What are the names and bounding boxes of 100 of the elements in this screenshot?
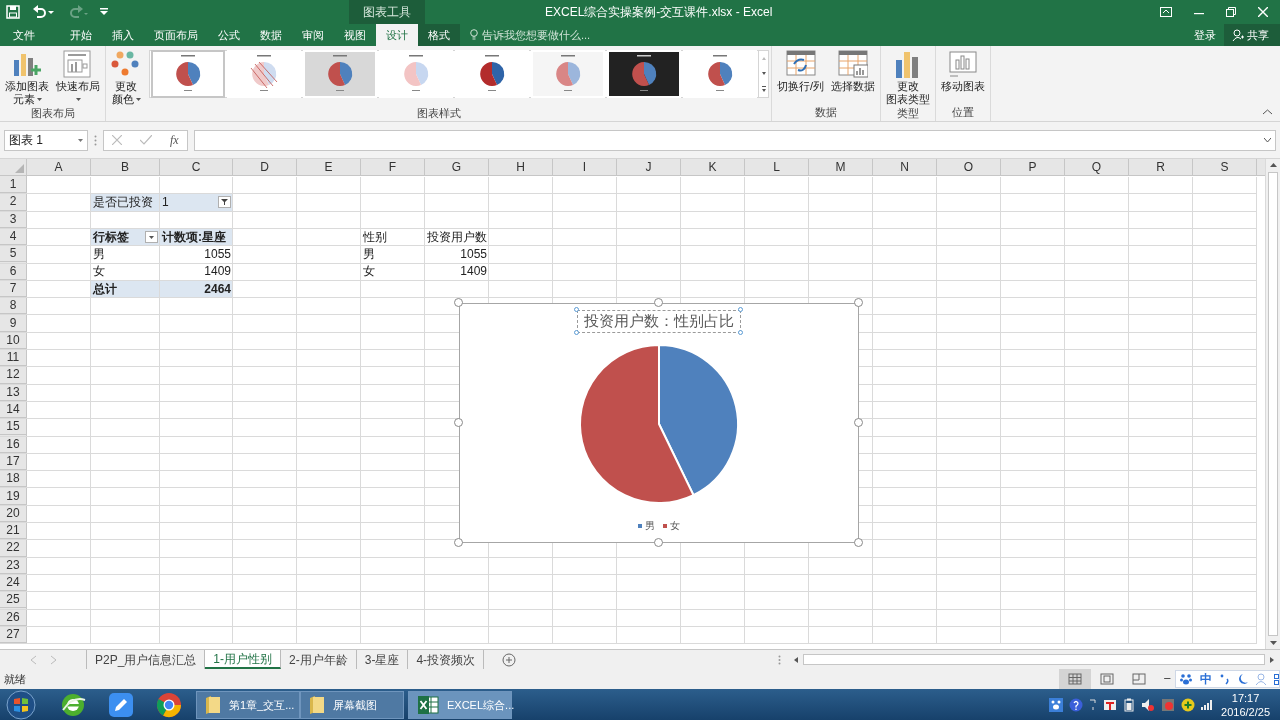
row-header[interactable]: 26 xyxy=(0,608,27,626)
restore-icon[interactable] xyxy=(1226,7,1236,17)
ribbon-tab[interactable]: 文件 xyxy=(8,24,40,46)
tell-me-field[interactable]: 告诉我您想要做什么... xyxy=(470,24,591,46)
column-header[interactable]: M xyxy=(809,159,873,175)
ribbon-tab[interactable]: 格式 xyxy=(418,24,460,46)
vertical-scrollbar[interactable] xyxy=(1265,159,1280,649)
column-header[interactable]: R xyxy=(1129,159,1193,175)
dropdown-icon[interactable] xyxy=(145,230,158,243)
resize-handle[interactable] xyxy=(454,538,463,547)
sheet-tab[interactable]: 1-用户性别 xyxy=(205,650,282,669)
ribbon-tab[interactable]: 审阅 xyxy=(292,24,334,46)
resize-handle[interactable] xyxy=(454,418,463,427)
resize-handle[interactable] xyxy=(854,298,863,307)
ribbon-tab[interactable]: 页面布局 xyxy=(144,24,208,46)
input-language[interactable]: 中 xyxy=(1200,670,1212,688)
expand-icon[interactable] xyxy=(1264,138,1271,142)
browser-icon[interactable] xyxy=(156,692,182,718)
column-header[interactable]: H xyxy=(489,159,553,175)
chart-style-thumbnail[interactable] xyxy=(607,50,681,98)
row-header[interactable]: 1 xyxy=(0,176,27,194)
splitter-icon[interactable] xyxy=(778,654,781,665)
taskbar-button[interactable]: 屏幕截图 xyxy=(300,691,404,719)
share-button[interactable]: 共享 xyxy=(1224,24,1280,46)
column-header[interactable]: J xyxy=(617,159,681,175)
chart-area[interactable]: 投资用户数：性别占比 男 女 xyxy=(459,303,859,543)
sign-in-link[interactable]: 登录 xyxy=(1186,24,1224,46)
battery-icon[interactable] xyxy=(1123,698,1136,712)
ribbon-button[interactable]: 移动图表 xyxy=(938,46,989,93)
save-icon[interactable] xyxy=(6,5,20,19)
insert-function-button[interactable]: fx xyxy=(170,131,179,149)
column-header[interactable]: D xyxy=(233,159,297,175)
signal-icon[interactable] xyxy=(1201,700,1214,710)
row-header[interactable]: 16 xyxy=(0,435,27,453)
column-header[interactable]: G xyxy=(425,159,489,175)
ribbon-display-icon[interactable] xyxy=(1160,7,1172,17)
close-icon[interactable] xyxy=(1258,7,1268,17)
help-icon[interactable] xyxy=(1069,698,1084,712)
column-header[interactable]: K xyxy=(681,159,745,175)
ribbon-button[interactable]: 切换行/列 xyxy=(774,46,828,93)
chart-style-thumbnail[interactable] xyxy=(151,50,225,98)
moon-icon[interactable] xyxy=(1238,673,1248,685)
undo-icon[interactable] xyxy=(32,5,54,19)
title-handle[interactable] xyxy=(738,307,743,312)
ime-toolbar[interactable]: 中 xyxy=(1175,670,1280,688)
row-header[interactable]: 6 xyxy=(0,262,27,280)
taskbar-button[interactable]: 第1章_交互... xyxy=(196,691,300,719)
column-header[interactable]: P xyxy=(1001,159,1065,175)
ribbon-button[interactable]: 选择数据 xyxy=(828,46,879,93)
ribbon-tab[interactable]: 公式 xyxy=(208,24,250,46)
title-handle[interactable] xyxy=(574,330,579,335)
resize-handle[interactable] xyxy=(654,298,663,307)
ribbon-tab[interactable]: 插入 xyxy=(102,24,144,46)
column-header[interactable]: L xyxy=(745,159,809,175)
collapse-ribbon-icon[interactable] xyxy=(1263,109,1272,115)
paw-icon[interactable] xyxy=(1049,698,1064,712)
column-header[interactable]: A xyxy=(27,159,91,175)
customize-icon[interactable] xyxy=(100,8,108,16)
formula-input[interactable] xyxy=(193,129,1276,151)
resize-handle[interactable] xyxy=(854,538,863,547)
column-header[interactable]: C xyxy=(160,159,233,175)
column-header[interactable]: O xyxy=(937,159,1001,175)
title-handle[interactable] xyxy=(574,307,579,312)
ribbon-tab[interactable]: 数据 xyxy=(250,24,292,46)
start-button[interactable] xyxy=(6,690,36,720)
ribbon-tab[interactable]: 开始 xyxy=(60,24,102,46)
ribbon-button[interactable]: 添加图表 元素 xyxy=(2,46,52,106)
pie-slice[interactable] xyxy=(579,344,695,504)
chart-style-thumbnail[interactable] xyxy=(303,50,377,98)
resize-handle[interactable] xyxy=(654,538,663,547)
column-header[interactable]: B xyxy=(91,159,160,175)
ribbon-tab[interactable]: 设计 xyxy=(376,24,418,46)
ribbon-button[interactable]: 更改 图表类型 xyxy=(883,46,934,106)
column-header[interactable]: F xyxy=(361,159,425,175)
view-button[interactable] xyxy=(1059,669,1092,689)
punctuation-icon[interactable] xyxy=(1220,673,1230,685)
column-header[interactable]: N xyxy=(873,159,937,175)
globe-icon[interactable] xyxy=(60,692,86,718)
title-handle[interactable] xyxy=(738,330,743,335)
ribbon-button[interactable]: 更改 颜色 xyxy=(108,46,144,106)
filter-icon[interactable] xyxy=(218,195,231,208)
name-box[interactable]: 图表 1 xyxy=(4,129,88,151)
ribbon-button[interactable]: 快速布局 xyxy=(53,46,103,106)
chart-style-gallery[interactable] xyxy=(149,50,769,98)
pie-slice[interactable] xyxy=(658,344,739,497)
add-sheet-icon[interactable] xyxy=(502,652,517,667)
zoom-out-button[interactable]: − xyxy=(1163,669,1171,689)
column-header[interactable]: Q xyxy=(1065,159,1129,175)
chart-style-thumbnail[interactable] xyxy=(531,50,605,98)
resize-handle[interactable] xyxy=(854,418,863,427)
speaker-muted-icon[interactable] xyxy=(1141,698,1156,712)
column-header[interactable]: S xyxy=(1193,159,1257,175)
pen-app-icon[interactable] xyxy=(108,692,134,718)
column-header[interactable]: E xyxy=(297,159,361,175)
chart-style-thumbnail[interactable] xyxy=(683,50,757,98)
ribbon-tab[interactable]: 视图 xyxy=(334,24,376,46)
column-header[interactable]: I xyxy=(553,159,617,175)
paw-icon[interactable] xyxy=(1180,673,1192,685)
resize-handle[interactable] xyxy=(454,298,463,307)
plus-icon[interactable] xyxy=(1181,698,1196,712)
